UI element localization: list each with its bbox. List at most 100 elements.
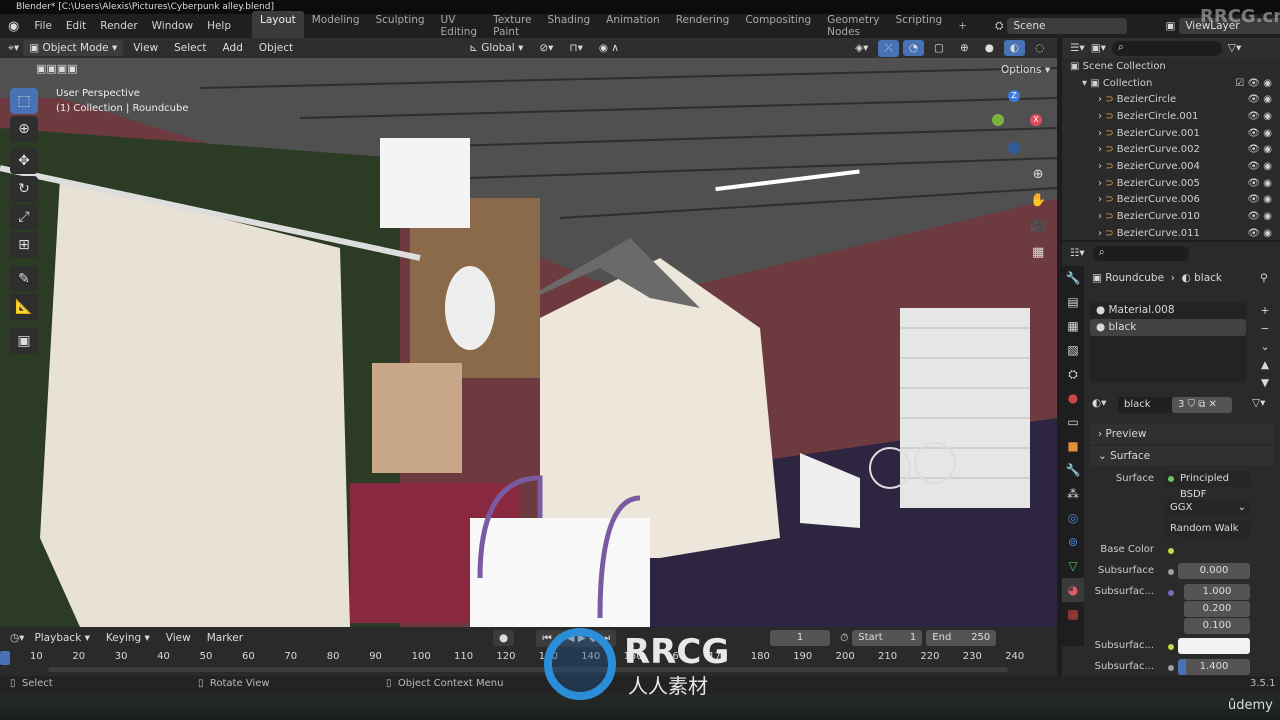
- object-tab-icon[interactable]: ■: [1062, 434, 1084, 458]
- measure-tool[interactable]: 📐: [10, 294, 38, 320]
- material-slot-active[interactable]: ● black: [1090, 319, 1246, 336]
- surface-shader-field[interactable]: Principled BSDF: [1164, 471, 1250, 500]
- base-color-socket[interactable]: [1168, 548, 1174, 554]
- properties-editor-type-icon[interactable]: ☷▾: [1070, 247, 1085, 259]
- shading-material-icon[interactable]: ◐: [1003, 40, 1026, 56]
- outliner-item[interactable]: › ⊃ BezierCurve.001 👁 ◉: [1062, 125, 1280, 142]
- subsurface-color-swatch[interactable]: [1178, 638, 1250, 654]
- snap-icon[interactable]: ⊓▾: [563, 40, 588, 56]
- surface-panel-header[interactable]: ⌄ Surface: [1090, 446, 1274, 466]
- gizmo-neg-z[interactable]: [1008, 142, 1020, 154]
- mode-dropdown[interactable]: ▣ Object Mode ▾: [23, 40, 124, 56]
- world-tab-icon[interactable]: ●: [1062, 386, 1084, 410]
- add-workspace-button[interactable]: +: [950, 17, 975, 35]
- subsurface-method-dropdown[interactable]: Random Walk⌄: [1164, 521, 1250, 550]
- visibility-icon[interactable]: ◈▾: [849, 40, 874, 56]
- gizmo-toggle[interactable]: ⤫: [878, 39, 899, 57]
- material-users-count[interactable]: 3 ⛉ ⧉ ✕: [1172, 397, 1232, 413]
- annotate-tool[interactable]: ✎: [10, 266, 38, 292]
- timeline-editor-icon[interactable]: ◷▾: [10, 632, 24, 644]
- workspace-tab-compositing[interactable]: Compositing: [737, 11, 819, 41]
- expand-icon[interactable]: ›: [1098, 144, 1102, 155]
- visibility-toggles[interactable]: 👁 ◉: [1247, 94, 1272, 105]
- distribution-dropdown[interactable]: GGX ⌄: [1164, 500, 1250, 516]
- pan-hand-icon[interactable]: ✋: [1030, 188, 1046, 214]
- view-layer-icon[interactable]: ▣: [1165, 20, 1175, 32]
- subsurface-ior-socket[interactable]: [1168, 665, 1174, 671]
- pin-icon[interactable]: ⚲: [1260, 272, 1268, 284]
- view-layer-tab-icon[interactable]: ▧: [1062, 338, 1084, 362]
- outliner-item[interactable]: › ⊃ BezierCurve.010 👁 ◉: [1062, 208, 1280, 225]
- editor-type-icon[interactable]: ⌖▾: [8, 42, 19, 55]
- object-menu[interactable]: Object: [253, 40, 299, 56]
- outliner-item[interactable]: › ⊃ BezierCurve.006 👁 ◉: [1062, 192, 1280, 209]
- output-tab-icon[interactable]: ▦: [1062, 314, 1084, 338]
- visibility-toggles[interactable]: 👁 ◉: [1247, 128, 1272, 139]
- auto-key-button[interactable]: ●: [493, 630, 515, 646]
- subsurface-color-socket[interactable]: [1168, 644, 1174, 650]
- outliner-item[interactable]: › ⊃ BezierCurve.011 👁 ◉: [1062, 225, 1280, 242]
- expand-icon[interactable]: ›: [1098, 178, 1102, 189]
- radius-z-field[interactable]: 0.100: [1184, 618, 1250, 634]
- workspace-tab-uv-editing[interactable]: UV Editing: [433, 11, 486, 41]
- visibility-toggles[interactable]: 👁 ◉: [1247, 211, 1272, 222]
- slot-specials-button[interactable]: ⌄: [1258, 338, 1272, 356]
- gizmo-x-axis[interactable]: X: [1030, 114, 1042, 126]
- outliner-item[interactable]: › ⊃ BezierCircle 👁 ◉: [1062, 91, 1280, 108]
- outliner-item[interactable]: › ⊃ BezierCircle.001 👁 ◉: [1062, 108, 1280, 125]
- node-tree-icon[interactable]: ▽▾: [1252, 397, 1265, 409]
- particles-tab-icon[interactable]: ⁂: [1062, 482, 1084, 506]
- visibility-toggles[interactable]: 👁 ◉: [1247, 194, 1272, 205]
- marker-menu[interactable]: Marker: [201, 630, 249, 646]
- move-up-button[interactable]: ▲: [1258, 356, 1272, 374]
- expand-icon[interactable]: ›: [1098, 128, 1102, 139]
- workspace-tab-rendering[interactable]: Rendering: [668, 11, 738, 41]
- end-frame-field[interactable]: End 250: [926, 630, 997, 646]
- workspace-tab-scripting[interactable]: Scripting: [888, 11, 951, 41]
- scene-selector[interactable]: Scene: [1007, 18, 1128, 34]
- visibility-toggles[interactable]: 👁 ◉: [1247, 178, 1272, 189]
- tool-tab-icon[interactable]: 🔧: [1062, 266, 1084, 290]
- subsurface-socket[interactable]: [1168, 569, 1174, 575]
- physics-tab-icon[interactable]: ◎: [1062, 506, 1084, 530]
- cursor-tool[interactable]: ⊕: [10, 116, 38, 142]
- workspace-tab-modeling[interactable]: Modeling: [304, 11, 368, 41]
- add-cube-tool[interactable]: ▣: [10, 328, 38, 354]
- expand-icon[interactable]: ›: [1098, 94, 1102, 105]
- blender-logo-icon[interactable]: ◉: [0, 19, 27, 34]
- select-tool[interactable]: ⬚: [10, 88, 38, 114]
- expand-icon[interactable]: ›: [1098, 111, 1102, 122]
- menu-window[interactable]: Window: [145, 20, 200, 32]
- workspace-tab-texture-paint[interactable]: Texture Paint: [485, 11, 539, 41]
- collection-row[interactable]: ▾ ▣ Collection ☑ 👁 ◉: [1062, 75, 1280, 92]
- shading-rendered-icon[interactable]: ◌: [1029, 40, 1050, 56]
- move-tool[interactable]: ✥: [10, 148, 38, 174]
- subsurface-field[interactable]: 0.000: [1178, 563, 1250, 579]
- playback-menu[interactable]: Playback ▾: [28, 630, 95, 646]
- select-box-modes[interactable]: ▣▣▣▣: [36, 62, 78, 75]
- texture-tab-icon[interactable]: ▩: [1062, 602, 1084, 626]
- add-menu[interactable]: Add: [217, 40, 249, 56]
- material-name-field[interactable]: black: [1118, 397, 1172, 413]
- xray-icon[interactable]: ▢: [928, 40, 950, 56]
- visibility-toggles[interactable]: 👁 ◉: [1247, 161, 1272, 172]
- orientation-dropdown[interactable]: ⊾ Global ▾: [463, 40, 529, 56]
- select-menu[interactable]: Select: [168, 40, 212, 56]
- workspace-tab-sculpting[interactable]: Sculpting: [367, 11, 432, 41]
- outliner-item[interactable]: › ⊃ BezierCurve.005 👁 ◉: [1062, 175, 1280, 192]
- gizmo-y-axis[interactable]: [992, 114, 1004, 126]
- remove-slot-button[interactable]: −: [1258, 320, 1272, 338]
- keying-menu[interactable]: Keying ▾: [100, 630, 156, 646]
- options-dropdown[interactable]: Options ▾: [995, 62, 1056, 78]
- start-frame-field[interactable]: Start 1: [852, 630, 923, 646]
- radius-y-field[interactable]: 0.200: [1184, 601, 1250, 617]
- render-tab-icon[interactable]: ▤: [1062, 290, 1084, 314]
- pivot-icon[interactable]: ⊘▾: [533, 40, 559, 56]
- properties-search[interactable]: ⌕: [1092, 245, 1189, 261]
- rotate-tool[interactable]: ↻: [10, 176, 38, 202]
- overlay-toggle[interactable]: ◔: [902, 40, 925, 56]
- visibility-toggles[interactable]: 👁 ◉: [1247, 228, 1272, 239]
- outliner-display-icon[interactable]: ☰▾: [1070, 42, 1085, 54]
- outliner-item[interactable]: › ⊃ BezierCurve.004 👁 ◉: [1062, 158, 1280, 175]
- menu-help[interactable]: Help: [200, 20, 238, 32]
